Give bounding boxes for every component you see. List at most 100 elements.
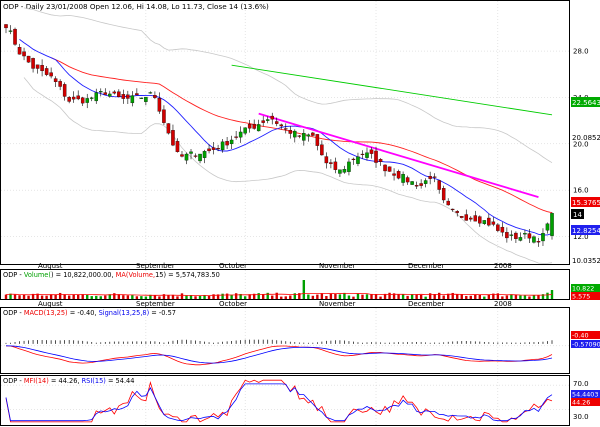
- macd-title-label: MACD(13,25): [24, 309, 68, 317]
- candle-body: [374, 150, 378, 163]
- band-low-label: 10.0352: [572, 257, 600, 265]
- candle-body: [247, 124, 252, 129]
- volume-bar: [13, 294, 17, 299]
- signal-title-value: = -0.57: [149, 309, 176, 317]
- volume-bar: [4, 294, 8, 299]
- volume-bar: [523, 295, 527, 299]
- volume-bar: [329, 293, 333, 299]
- candle-body: [265, 119, 270, 121]
- volume-bar: [122, 295, 125, 299]
- candle-body: [89, 97, 94, 99]
- month-label-2008: 2008: [494, 262, 512, 270]
- volume-bar: [505, 295, 509, 299]
- volume-bar: [225, 293, 229, 299]
- candle-body: [148, 92, 153, 94]
- candle-body: [184, 153, 189, 161]
- candle-body: [99, 91, 103, 93]
- candle-body: [135, 93, 139, 96]
- chart-container: ODP - Daily 23/01/2008 Open 12.06, Hi 14…: [0, 0, 600, 427]
- candle-body: [216, 148, 220, 150]
- candle-body: [175, 141, 180, 153]
- candle-body: [464, 214, 469, 221]
- vol-month-label-september: September: [136, 300, 175, 308]
- candle-body: [71, 96, 76, 100]
- candle-body: [469, 217, 473, 220]
- volume-bar: [388, 292, 391, 299]
- candle-body: [496, 224, 500, 231]
- month-label-october: October: [219, 262, 247, 270]
- volume-bar: [501, 296, 504, 299]
- candle-body: [455, 211, 459, 213]
- candle-body: [284, 128, 288, 130]
- candle-body: [387, 166, 392, 172]
- volume-bar: [487, 294, 491, 299]
- volume-bar: [302, 280, 306, 299]
- volume-title-prefix: ODP -: [3, 271, 24, 279]
- candle-body: [315, 134, 320, 146]
- month-label-december: December: [408, 262, 444, 270]
- candle-body: [532, 236, 536, 243]
- candle-body: [351, 158, 356, 160]
- volume-bar: [316, 294, 319, 299]
- volume-bar: [58, 292, 62, 299]
- candle-body: [234, 136, 238, 138]
- candle-body: [500, 226, 505, 233]
- volume-bar: [442, 295, 445, 299]
- candle-body: [378, 159, 383, 162]
- macd-title-prefix: ODP -: [3, 309, 24, 317]
- candle-body: [311, 132, 315, 136]
- candle-body: [53, 78, 58, 83]
- signal-value-label: -0.57090: [572, 341, 600, 349]
- candle-body: [410, 181, 414, 185]
- volume-bar: [307, 294, 310, 299]
- mfi-title-value: = 44.26,: [49, 377, 82, 385]
- volume-bar: [72, 294, 75, 299]
- volume-ma-value-label: 5.575: [572, 293, 590, 301]
- candle-body: [432, 176, 437, 178]
- candle-body: [396, 171, 401, 179]
- volume-bar: [63, 294, 66, 299]
- candle-body: [67, 97, 71, 102]
- candle-body: [356, 156, 360, 164]
- volume-bar: [194, 296, 197, 299]
- candle-body: [401, 174, 405, 183]
- volume-bar: [469, 295, 472, 299]
- volume-bar: [45, 295, 48, 299]
- candle-body: [419, 183, 423, 186]
- volume-bar: [207, 295, 211, 299]
- vol-month-label-november: November: [319, 300, 356, 308]
- volume-bar: [325, 295, 328, 299]
- candle-body: [40, 65, 44, 72]
- volume-bar: [546, 292, 549, 299]
- volume-bar: [474, 294, 477, 299]
- candle-body: [17, 47, 22, 55]
- candle-body: [545, 223, 550, 231]
- candle-body: [225, 141, 229, 146]
- mfi-value-label: 44.26: [572, 399, 590, 407]
- volume-bar: [18, 295, 21, 299]
- band-mid-label: 20.0852: [572, 134, 600, 142]
- candle-body: [324, 156, 329, 164]
- candle-body: [369, 149, 374, 154]
- candle-body: [198, 153, 202, 162]
- volume-bar: [99, 296, 102, 299]
- volume-bar: [95, 295, 98, 299]
- ma-long-label: 22.5643: [572, 99, 600, 107]
- candle-body: [49, 72, 53, 77]
- volume-bar: [410, 294, 414, 299]
- candle-body: [270, 115, 274, 120]
- volume-bar: [528, 296, 531, 299]
- volume-bar: [176, 296, 179, 299]
- volume-bar: [113, 293, 116, 299]
- candle-body: [293, 130, 297, 138]
- volume-bar: [532, 295, 536, 299]
- rsi-value-label: 54.4403: [572, 391, 598, 399]
- candle-body: [117, 91, 121, 98]
- candle-body: [26, 55, 31, 63]
- candle-body: [180, 154, 184, 157]
- volume-title-label: Volume(: [24, 271, 52, 279]
- price-tick-28: 28.0: [573, 48, 589, 56]
- vol-month-label-2008: 2008: [494, 300, 512, 308]
- macd-title: ODP - MACD(13,25) = -0.40, Signal(13,25,…: [3, 309, 176, 317]
- candle-body: [347, 161, 351, 172]
